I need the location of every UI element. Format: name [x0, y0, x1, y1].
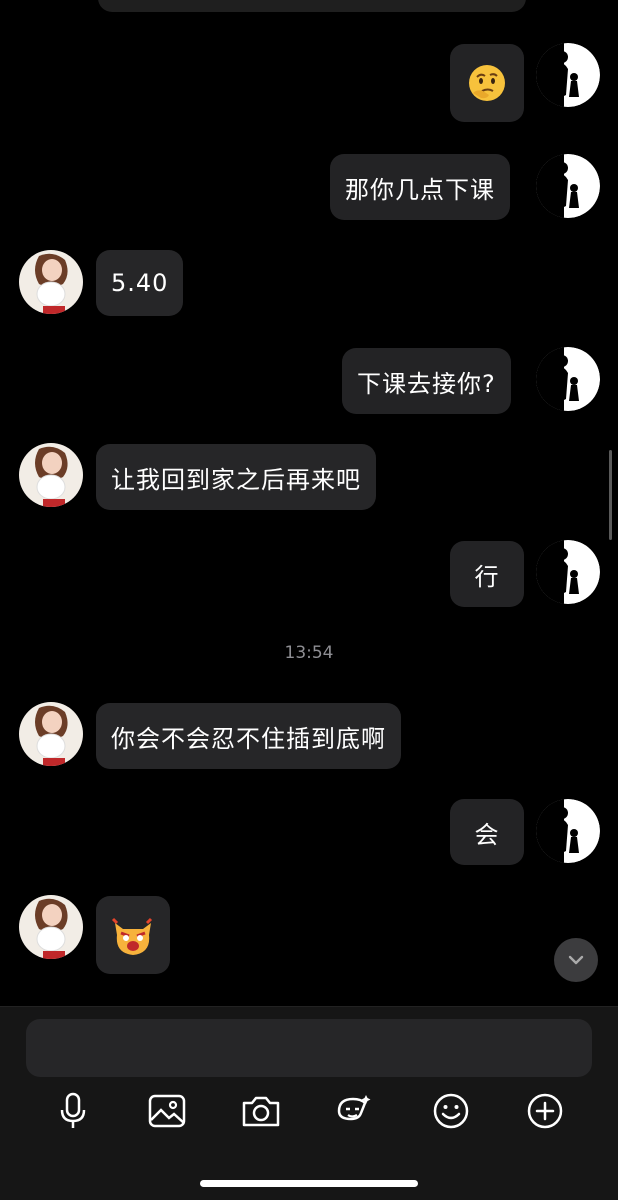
- message-text: 那你几点下课: [345, 175, 495, 204]
- contact-avatar[interactable]: [19, 702, 83, 766]
- message-bubble-outgoing[interactable]: 下课去接你?: [342, 348, 511, 414]
- my-avatar[interactable]: [536, 154, 600, 218]
- silhouette-avatar-icon: [536, 347, 600, 411]
- sticker-icon: [337, 1095, 371, 1121]
- emoji-button[interactable]: [428, 1088, 474, 1134]
- message-text: 行: [474, 562, 500, 591]
- message-bubble-incoming[interactable]: 你会不会忍不住插到底啊: [96, 703, 401, 769]
- my-avatar[interactable]: [536, 347, 600, 411]
- my-avatar[interactable]: [536, 540, 600, 604]
- microphone-icon: [60, 1092, 86, 1128]
- contact-photo-icon: [19, 702, 83, 766]
- contact-photo-icon: [19, 250, 83, 314]
- previous-message-bubble: [98, 0, 526, 12]
- home-indicator: [200, 1180, 418, 1187]
- message-text: 下课去接你?: [357, 369, 496, 398]
- camera-icon: [242, 1096, 280, 1127]
- emoji-icon: [433, 1093, 469, 1129]
- thinking-face-emoji: [469, 65, 505, 101]
- chevron-down-icon: [568, 955, 584, 965]
- message-text: 会: [474, 820, 500, 849]
- image-button[interactable]: [144, 1088, 190, 1134]
- sticker-button[interactable]: [331, 1088, 377, 1134]
- message-bubble-outgoing[interactable]: 那你几点下课: [330, 154, 510, 220]
- contact-avatar[interactable]: [19, 250, 83, 314]
- scroll-to-bottom-button[interactable]: [554, 938, 598, 982]
- message-bubble-outgoing[interactable]: [450, 44, 524, 122]
- silhouette-avatar-icon: [536, 799, 600, 863]
- contact-avatar[interactable]: [19, 895, 83, 959]
- message-bubble-outgoing[interactable]: 会: [450, 799, 524, 865]
- silhouette-avatar-icon: [536, 43, 600, 107]
- message-bubble-incoming[interactable]: 5.40: [96, 250, 184, 316]
- my-avatar[interactable]: [536, 799, 600, 863]
- more-options-button[interactable]: [522, 1088, 568, 1134]
- message-text: 你会不会忍不住插到底啊: [111, 724, 386, 753]
- microphone-button[interactable]: [50, 1088, 96, 1134]
- contact-photo-icon: [19, 895, 83, 959]
- plus-icon: [527, 1093, 563, 1129]
- message-text: 5.40: [111, 269, 169, 297]
- message-text: 让我回到家之后再来吧: [111, 465, 361, 494]
- scrollbar[interactable]: [609, 450, 612, 540]
- camera-button[interactable]: [238, 1088, 284, 1134]
- image-icon: [148, 1094, 186, 1128]
- contact-photo-icon: [19, 443, 83, 507]
- message-bubble-incoming[interactable]: [96, 896, 170, 974]
- contact-avatar[interactable]: [19, 443, 83, 507]
- chat-screen: 那你几点下课 5.40 下课去接你? 让我回到家之后再来吧 行 13:54 你会…: [0, 0, 618, 1200]
- message-bubble-incoming[interactable]: 让我回到家之后再来吧: [96, 444, 376, 510]
- silhouette-avatar-icon: [536, 154, 600, 218]
- message-timestamp: 13:54: [284, 643, 334, 663]
- angry-cat-emoji: [111, 917, 153, 955]
- message-input[interactable]: [26, 1019, 592, 1077]
- message-bubble-outgoing[interactable]: 行: [450, 541, 524, 607]
- silhouette-avatar-icon: [536, 540, 600, 604]
- my-avatar[interactable]: [536, 43, 600, 107]
